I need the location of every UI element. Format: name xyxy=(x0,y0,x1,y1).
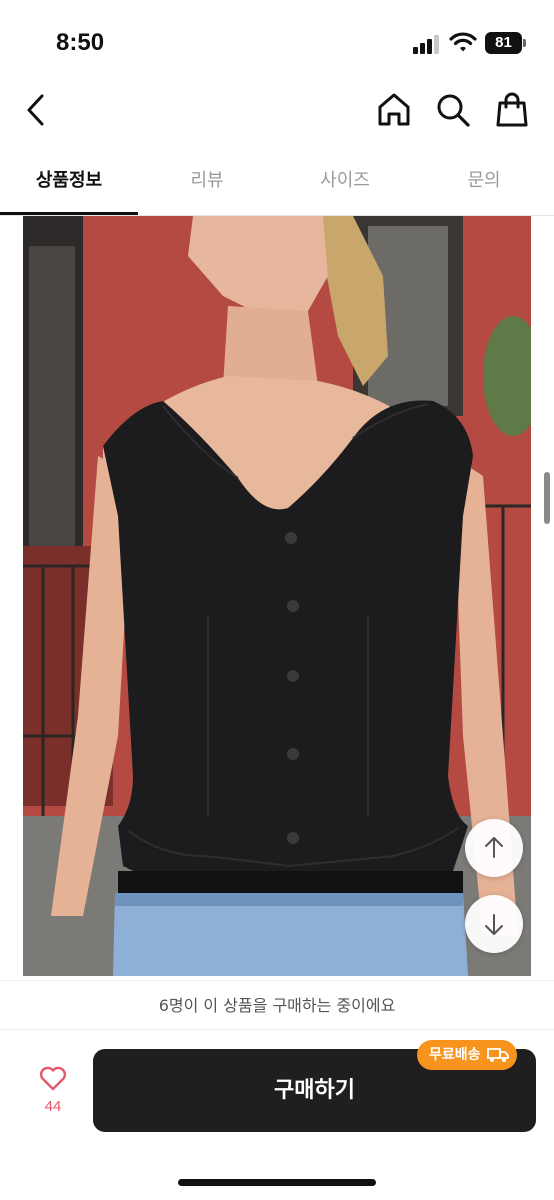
buyers-notice: 6명이 이 상품을 구매하는 중이에요 xyxy=(0,980,554,1030)
back-button[interactable] xyxy=(20,90,54,130)
scroll-down-button[interactable] xyxy=(465,895,523,953)
like-count: 44 xyxy=(44,1098,62,1115)
top-nav-bar xyxy=(0,82,554,142)
status-time: 8:50 xyxy=(56,29,105,56)
active-tab-indicator xyxy=(0,212,138,215)
product-photo[interactable] xyxy=(23,216,531,976)
arrow-down-icon xyxy=(485,914,503,935)
home-icon xyxy=(378,93,410,126)
tab-size[interactable]: 사이즈 xyxy=(276,158,414,215)
arrow-up-icon xyxy=(485,837,503,858)
search-button[interactable] xyxy=(434,90,472,130)
product-tabs: 상품정보 리뷰 사이즈 문의 xyxy=(0,158,554,216)
home-button[interactable] xyxy=(375,90,413,130)
chevron-left-icon xyxy=(27,94,44,126)
search-icon xyxy=(437,94,470,127)
cellular-signal-icon xyxy=(413,34,441,54)
status-bar: 8:50 81 xyxy=(0,0,554,82)
wifi-icon xyxy=(449,31,477,53)
battery-icon: 81 xyxy=(485,32,527,54)
product-photo-illustration xyxy=(23,216,531,976)
scrollbar[interactable] xyxy=(544,472,550,524)
heart-icon xyxy=(39,1066,67,1091)
shopping-bag-icon xyxy=(496,92,528,127)
free-shipping-badge: 무료배송 xyxy=(417,1040,517,1070)
tab-product-info[interactable]: 상품정보 xyxy=(0,158,138,215)
free-shipping-label: 무료배송 xyxy=(429,1047,481,1063)
home-indicator[interactable] xyxy=(178,1179,376,1186)
battery-level: 81 xyxy=(485,32,522,54)
shopping-bag-button[interactable] xyxy=(493,90,531,130)
tab-inquiry[interactable]: 문의 xyxy=(414,158,554,215)
like-button[interactable]: 44 xyxy=(28,1064,78,1124)
scroll-up-button[interactable] xyxy=(465,819,523,877)
tab-reviews[interactable]: 리뷰 xyxy=(138,158,276,215)
truck-icon xyxy=(486,1048,509,1062)
